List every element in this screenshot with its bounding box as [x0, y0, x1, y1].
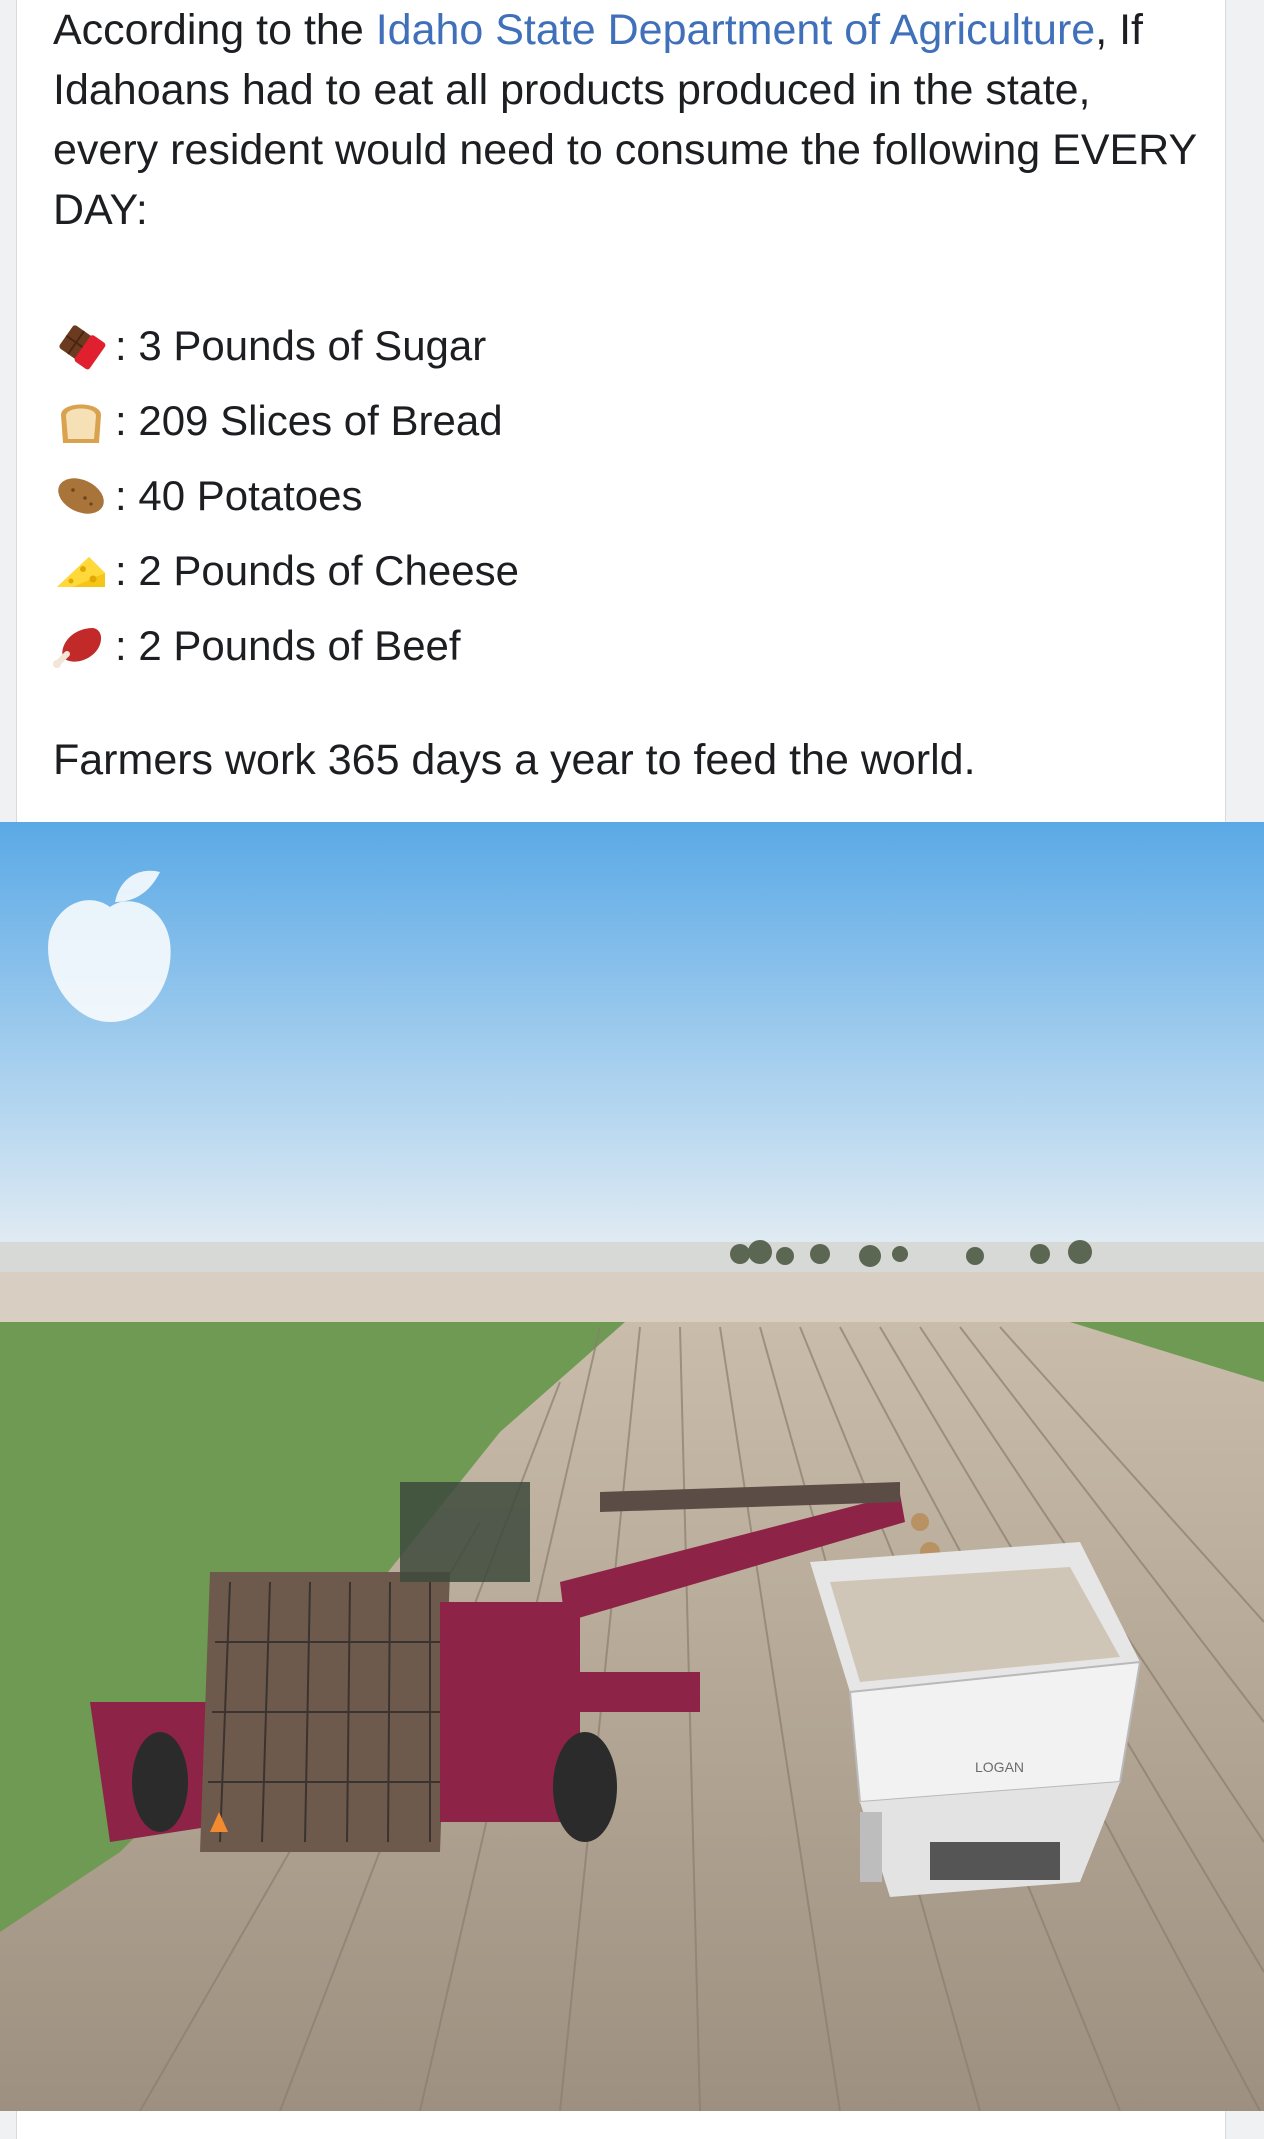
agency-link[interactable]: Idaho State Department of Agriculture: [376, 6, 1095, 54]
post-intro: According to the Idaho State Department …: [53, 0, 1203, 240]
bread-icon: [61, 404, 101, 443]
harvest-photo: LOGAN: [0, 822, 1264, 2111]
chocolate-bar-icon: [59, 324, 106, 369]
list-item: : 40 Potatoes: [53, 458, 519, 533]
closing-line: Farmers work 365 days a year to feed the…: [53, 736, 976, 784]
meat-icon: [53, 627, 102, 668]
sky: [0, 822, 1264, 1252]
post-text: According to the Idaho State Department …: [53, 0, 1203, 784]
potato-icon: [58, 477, 104, 514]
item-label: : 3 Pounds of Sugar: [115, 321, 487, 369]
intro-before: According to the: [53, 6, 376, 54]
item-label: : 2 Pounds of Cheese: [115, 546, 519, 594]
list-item: : 2 Pounds of Beef: [53, 608, 519, 683]
truck-brand-label: LOGAN: [975, 1759, 1024, 1775]
far-field: [0, 1272, 1264, 1327]
bottom-card-edge: [16, 2111, 1226, 2139]
daily-consumption-list: : 3 Pounds of Sugar : 209 Slices of Brea…: [53, 308, 519, 683]
list-item: : 2 Pounds of Cheese: [53, 533, 519, 608]
cheese-icon: [57, 556, 105, 587]
item-label: : 209 Slices of Bread: [115, 396, 503, 444]
list-item: : 209 Slices of Bread: [53, 383, 519, 458]
list-item: : 3 Pounds of Sugar: [53, 308, 519, 383]
item-label: : 2 Pounds of Beef: [115, 621, 461, 669]
item-label: : 40 Potatoes: [115, 471, 363, 519]
post-card: According to the Idaho State Department …: [16, 0, 1226, 822]
